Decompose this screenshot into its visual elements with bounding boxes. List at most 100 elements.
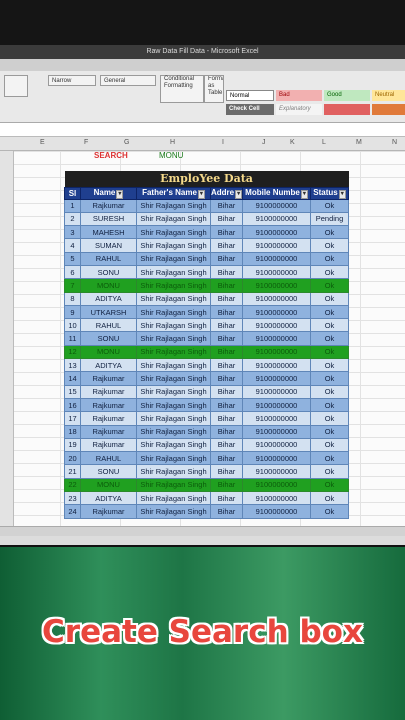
status-cell[interactable]: Ok bbox=[309, 358, 350, 373]
format-as-table-button[interactable]: Format as Table bbox=[204, 75, 224, 103]
name-cell[interactable]: RAHUL bbox=[80, 318, 137, 333]
column-letter[interactable]: J bbox=[262, 139, 266, 146]
filter-dropdown-icon[interactable]: ▾ bbox=[197, 189, 205, 198]
mobile-cell[interactable]: 9100000000 bbox=[242, 358, 311, 373]
mobile-cell[interactable]: 9100000000 bbox=[242, 411, 311, 426]
father-name-cell[interactable]: Shir Rajlagan Singh bbox=[136, 371, 211, 386]
address-cell[interactable]: Bihar bbox=[210, 491, 243, 506]
address-cell[interactable]: Bihar bbox=[210, 211, 243, 227]
column-header-cell[interactable]: Mobile Numbe ▾ bbox=[242, 186, 311, 200]
serial-cell[interactable]: 14 bbox=[64, 371, 81, 386]
column-letter[interactable]: K bbox=[290, 139, 295, 146]
table-row[interactable]: 12 MONU Shir Rajlagan Singh Bihar 9100000000… bbox=[64, 344, 350, 360]
serial-cell[interactable]: 10 bbox=[64, 318, 81, 333]
column-header-cell[interactable]: Name ▾ bbox=[80, 186, 137, 200]
name-cell[interactable]: SUMAN bbox=[80, 238, 137, 253]
status-cell[interactable]: Ok bbox=[309, 477, 350, 493]
column-letter[interactable]: F bbox=[84, 139, 88, 146]
address-cell[interactable]: Bihar bbox=[210, 384, 243, 399]
father-name-cell[interactable]: Shir Rajlagan Singh bbox=[136, 344, 211, 360]
address-cell[interactable]: Bihar bbox=[210, 464, 243, 479]
table-row[interactable]: 23 ADITYA Shir Rajlagan Singh Bihar 91000000… bbox=[64, 491, 350, 506]
name-cell[interactable]: RAHUL bbox=[80, 251, 137, 266]
address-cell[interactable]: Bihar bbox=[210, 278, 243, 293]
father-name-cell[interactable]: Shir Rajlagan Singh bbox=[136, 264, 211, 280]
column-letter[interactable]: N bbox=[392, 139, 397, 146]
name-cell[interactable]: ADITYA bbox=[80, 358, 137, 373]
address-cell[interactable]: Bihar bbox=[210, 371, 243, 386]
column-letter[interactable]: L bbox=[322, 139, 326, 146]
mobile-cell[interactable]: 9100000000 bbox=[242, 371, 311, 386]
status-cell[interactable]: Ok bbox=[309, 504, 350, 519]
name-cell[interactable]: MONU bbox=[80, 477, 137, 493]
status-cell[interactable]: Ok bbox=[309, 491, 350, 506]
father-name-cell[interactable]: Shir Rajlagan Singh bbox=[136, 318, 211, 333]
mobile-cell[interactable]: 9100000000 bbox=[242, 251, 311, 266]
table-row[interactable]: 19 Rajkumar Shir Rajlagan Singh Bihar 910000… bbox=[64, 437, 350, 453]
column-letter[interactable]: M bbox=[356, 139, 362, 146]
name-cell[interactable]: SONU bbox=[80, 331, 137, 346]
column-header-cell[interactable]: Status ▾ bbox=[309, 186, 350, 200]
status-cell[interactable]: Ok bbox=[309, 251, 350, 266]
table-row[interactable]: 6 SONU Shir Rajlagan Singh Bihar 9100000000 O… bbox=[64, 264, 350, 280]
address-cell[interactable]: Bihar bbox=[210, 225, 243, 240]
address-cell[interactable]: Bihar bbox=[210, 344, 243, 360]
mobile-cell[interactable]: 9100000000 bbox=[242, 304, 311, 320]
father-name-cell[interactable]: Shir Rajlagan Singh bbox=[136, 211, 211, 227]
name-cell[interactable]: UTKARSH bbox=[80, 304, 137, 320]
status-cell[interactable]: Ok bbox=[309, 225, 350, 240]
mobile-cell[interactable]: 9100000000 bbox=[242, 198, 311, 213]
father-name-cell[interactable]: Shir Rajlagan Singh bbox=[136, 198, 211, 213]
serial-cell[interactable]: 21 bbox=[64, 464, 81, 479]
serial-cell[interactable]: 20 bbox=[64, 451, 81, 466]
father-name-cell[interactable]: Shir Rajlagan Singh bbox=[136, 397, 211, 413]
mobile-cell[interactable]: 9100000000 bbox=[242, 331, 311, 346]
father-name-cell[interactable]: Shir Rajlagan Singh bbox=[136, 384, 211, 399]
address-cell[interactable]: Bihar bbox=[210, 304, 243, 320]
mobile-cell[interactable]: 9100000000 bbox=[242, 384, 311, 399]
serial-cell[interactable]: 15 bbox=[64, 384, 81, 399]
font-box[interactable]: Narrow bbox=[48, 75, 96, 86]
mobile-cell[interactable]: 9100000000 bbox=[242, 437, 311, 453]
conditional-formatting-button[interactable]: Conditional Formatting bbox=[160, 75, 204, 103]
name-cell[interactable]: ADITYA bbox=[80, 491, 137, 506]
status-cell[interactable]: Ok bbox=[309, 264, 350, 280]
address-cell[interactable]: Bihar bbox=[210, 318, 243, 333]
table-row[interactable]: 15 Rajkumar Shir Rajlagan Singh Bihar 910000… bbox=[64, 384, 350, 399]
mobile-cell[interactable]: 9100000000 bbox=[242, 451, 311, 466]
status-cell[interactable]: Ok bbox=[309, 331, 350, 346]
mobile-cell[interactable]: 9100000000 bbox=[242, 397, 311, 413]
mobile-cell[interactable]: 9100000000 bbox=[242, 291, 311, 306]
mobile-cell[interactable]: 9100000000 bbox=[242, 225, 311, 240]
status-cell[interactable]: Pending bbox=[309, 211, 350, 227]
status-cell[interactable]: Ok bbox=[309, 451, 350, 466]
filter-dropdown-icon[interactable]: ▾ bbox=[235, 189, 242, 198]
column-header-cell[interactable]: Sl bbox=[64, 186, 81, 200]
serial-cell[interactable]: 3 bbox=[64, 225, 81, 240]
formula-bar[interactable] bbox=[0, 123, 405, 137]
father-name-cell[interactable]: Shir Rajlagan Singh bbox=[136, 291, 211, 306]
table-row[interactable]: 11 SONU Shir Rajlagan Singh Bihar 9100000000… bbox=[64, 331, 350, 346]
serial-cell[interactable]: 22 bbox=[64, 477, 81, 493]
name-cell[interactable]: SONU bbox=[80, 264, 137, 280]
table-row[interactable]: 10 RAHUL Shir Rajlagan Singh Bihar 910000000… bbox=[64, 318, 350, 333]
serial-cell[interactable]: 4 bbox=[64, 238, 81, 253]
address-cell[interactable]: Bihar bbox=[210, 358, 243, 373]
father-name-cell[interactable]: Shir Rajlagan Singh bbox=[136, 451, 211, 466]
normal-style[interactable]: Normal bbox=[226, 90, 274, 101]
serial-cell[interactable]: 7 bbox=[64, 278, 81, 293]
father-name-cell[interactable]: Shir Rajlagan Singh bbox=[136, 437, 211, 453]
column-header-cell[interactable]: Father's Name ▾ bbox=[136, 186, 211, 200]
serial-cell[interactable]: 18 bbox=[64, 424, 81, 439]
name-cell[interactable]: MAHESH bbox=[80, 225, 137, 240]
name-cell[interactable]: Rajkumar bbox=[80, 424, 137, 439]
serial-cell[interactable]: 5 bbox=[64, 251, 81, 266]
father-name-cell[interactable]: Shir Rajlagan Singh bbox=[136, 464, 211, 479]
style-chip-orange[interactable] bbox=[372, 104, 405, 115]
status-cell[interactable]: Ok bbox=[309, 411, 350, 426]
mobile-cell[interactable]: 9100000000 bbox=[242, 278, 311, 293]
status-cell[interactable]: Ok bbox=[309, 371, 350, 386]
number-format-box[interactable]: General bbox=[100, 75, 156, 86]
mobile-cell[interactable]: 9100000000 bbox=[242, 318, 311, 333]
column-header-cell[interactable]: Addre ▾ bbox=[210, 186, 243, 200]
